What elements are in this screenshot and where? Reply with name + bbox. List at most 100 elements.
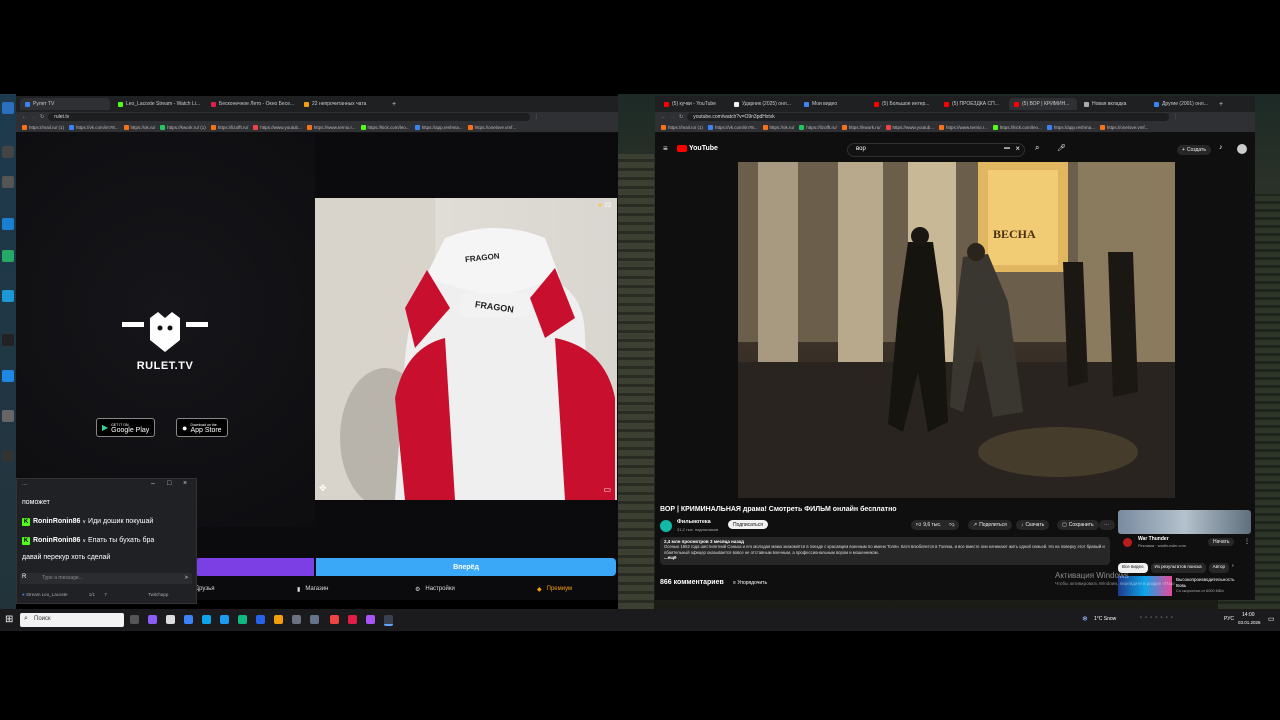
weather-text[interactable]: 1°C Snow <box>1094 616 1116 622</box>
filter-chip-search[interactable]: Из результатов поиска <box>1150 563 1206 573</box>
bookmark-item[interactable]: https://www.youtub... <box>253 124 302 130</box>
bookmark-item[interactable]: https://kick.com/leo... <box>360 124 410 130</box>
new-tab-icon[interactable]: + <box>1219 101 1223 108</box>
chevron-right-icon[interactable]: › <box>1232 563 1234 573</box>
clear-icon[interactable]: × <box>1015 144 1020 153</box>
tab-youtube-2[interactable]: (5) Большое интер... <box>869 98 937 110</box>
tab-chats[interactable]: 22 непрочитанных чата <box>299 98 389 110</box>
tab-udarnik[interactable]: Ударник (2025) онл... <box>729 98 797 110</box>
taskbar-app-icon[interactable] <box>166 615 175 624</box>
forward-icon[interactable]: → <box>670 114 675 120</box>
tab-vor[interactable]: (5) ВОР | КРИМИН... <box>1009 98 1077 110</box>
bookmark-item[interactable]: https://mail.ru/ (1) <box>22 124 64 130</box>
clock-date[interactable]: 03.01.2026 <box>1238 620 1261 625</box>
keyboard-icon[interactable]: ▬ <box>1004 145 1010 151</box>
clock-time[interactable]: 14:00 <box>1242 612 1255 618</box>
task-view-icon[interactable] <box>130 615 139 624</box>
close-icon[interactable]: × <box>183 480 187 487</box>
taskbar-app-icon[interactable] <box>256 615 265 624</box>
video-player[interactable]: ВЕСНА <box>738 162 1175 498</box>
reload-icon[interactable]: ↻ <box>679 114 683 120</box>
bookmark-item[interactable]: https://onelove.vmf... <box>1099 124 1148 130</box>
new-tab-icon[interactable]: + <box>392 101 396 108</box>
taskbar-app-icon[interactable] <box>330 615 339 624</box>
bookmark-item[interactable]: https://ok.ru/ <box>762 124 794 130</box>
description-box[interactable]: 2,4 млн просмотров 3 месяца назад Осенью… <box>660 537 1110 565</box>
url-input[interactable]: rulet.tv <box>48 113 531 121</box>
maximize-icon[interactable]: □ <box>167 480 171 487</box>
hamburger-icon[interactable]: ≡ <box>663 144 668 153</box>
forward-icon[interactable]: → <box>31 114 36 120</box>
bookmark-item[interactable]: https://kwork.ru/ (1) <box>160 124 206 130</box>
search-icon[interactable]: ⌕ <box>1035 143 1039 153</box>
bookmark-item[interactable]: https://ok.ru/ <box>123 124 155 130</box>
rulet-purple-button[interactable] <box>195 558 314 576</box>
download-button[interactable]: ↓ Скачать <box>1016 520 1050 530</box>
microphone-icon[interactable]: 🎤︎ <box>1057 144 1066 152</box>
fullscreen-icon[interactable]: ▭ <box>603 485 611 494</box>
subscribe-button[interactable]: Подписаться <box>728 520 768 529</box>
notification-icon[interactable]: ▭ <box>1268 615 1275 623</box>
reload-icon[interactable]: ↻ <box>40 114 44 120</box>
desktop-app-icon[interactable] <box>2 146 14 158</box>
tab-rulet[interactable]: Рулет TV <box>20 98 110 110</box>
tab-my-videos[interactable]: Мои видео <box>799 98 867 110</box>
share-button[interactable]: ↗ Поделиться <box>968 520 1012 530</box>
google-play-button[interactable]: ▶ GET IT ON Google Play <box>96 418 156 437</box>
back-icon[interactable]: ← <box>661 114 666 120</box>
desktop-app-icon[interactable] <box>2 176 14 188</box>
filter-chip-author[interactable]: Автор <box>1208 563 1229 573</box>
back-icon[interactable]: ← <box>22 114 27 120</box>
bookmark-item[interactable]: https://app.reshma... <box>414 124 463 130</box>
send-icon[interactable]: ➤ <box>184 574 189 581</box>
menu-icon[interactable]: ⋮ <box>1173 114 1178 120</box>
windows-start-icon[interactable]: ⊞ <box>5 614 13 625</box>
bookmark-item[interactable]: https://vk.com/im?8... <box>69 124 119 130</box>
tab-summer[interactable]: Бесконечное Лето - Окно Бесе... <box>206 98 296 110</box>
language-indicator[interactable]: РУС <box>1224 616 1234 622</box>
desktop-app-icon[interactable] <box>2 410 14 422</box>
like-button[interactable]: 👍︎ 9,6 тыс. 👎︎ <box>911 520 960 530</box>
bookmark-item[interactable]: https://www.youtub... <box>885 124 934 130</box>
desktop-app-icon[interactable] <box>2 250 14 262</box>
next-button[interactable]: Вперёд <box>316 558 616 576</box>
menu-icon[interactable]: ⋮ <box>534 114 539 120</box>
url-input[interactable]: youtube.com/watch?v=O9n3pdHxtvk <box>687 113 1170 121</box>
minimize-icon[interactable]: – <box>151 480 155 487</box>
channel-name[interactable]: Фильмотека <box>677 519 711 525</box>
search-input[interactable]: вор ▬ × <box>847 143 1025 157</box>
side-video-item[interactable]: Высокопроизводительность Вовь Со скорост… <box>1118 576 1251 596</box>
ad-banner-image[interactable] <box>1118 510 1251 534</box>
taskbar-search-input[interactable]: ⌕ Поиск <box>20 613 124 627</box>
app-store-button[interactable]: ● Download on the App Store <box>176 418 228 437</box>
bookmark-item[interactable]: https://vk.com/im?8... <box>708 124 758 130</box>
tray-icons[interactable]: ◦◦◦◦◦◦◦ <box>1140 615 1176 621</box>
taskbar-app-icon[interactable] <box>202 615 211 624</box>
desktop-app-icon[interactable] <box>2 290 14 302</box>
taskbar-app-icon[interactable] <box>310 615 319 624</box>
taskbar-app-icon[interactable] <box>292 615 301 624</box>
create-button[interactable]: + Создать <box>1177 145 1211 155</box>
bookmark-item[interactable]: https://onelove.vmf... <box>467 124 516 130</box>
nav-premium[interactable]: ◆ Премиум <box>537 586 572 593</box>
tab-drugie[interactable]: Другие (2001) онл... <box>1149 98 1217 110</box>
desktop-app-icon[interactable] <box>2 218 14 230</box>
bookmark-item[interactable]: https://mail.ru/ (1) <box>661 124 703 130</box>
bookmark-item[interactable]: https://lizofft.ru/ <box>799 124 837 130</box>
tab-youtube-1[interactable]: (5) кучки - YouTube <box>659 98 727 110</box>
desktop-app-icon[interactable] <box>2 334 14 346</box>
nav-shop[interactable]: ▮ Магазин <box>297 586 328 593</box>
taskbar-app-icon[interactable] <box>274 615 283 624</box>
save-button[interactable]: ▢ Сохранить <box>1057 520 1099 530</box>
tab-youtube-3[interactable]: (5) ПРОЕЗДКА СП... <box>939 98 1007 110</box>
taskbar-app-icon[interactable] <box>238 615 247 624</box>
taskbar-app-icon[interactable] <box>184 615 193 624</box>
taskbar-app-icon[interactable] <box>148 615 157 624</box>
move-icon[interactable]: ✥ <box>319 483 327 494</box>
tab-new[interactable]: Новая вкладка <box>1079 98 1147 110</box>
nav-settings[interactable]: ⚙ Настройки <box>415 586 455 593</box>
taskbar-app-icon[interactable] <box>348 615 357 624</box>
desktop-app-icon[interactable] <box>2 370 14 382</box>
ad-start-button[interactable]: Начать <box>1208 538 1235 546</box>
desktop-app-icon[interactable] <box>2 102 14 114</box>
